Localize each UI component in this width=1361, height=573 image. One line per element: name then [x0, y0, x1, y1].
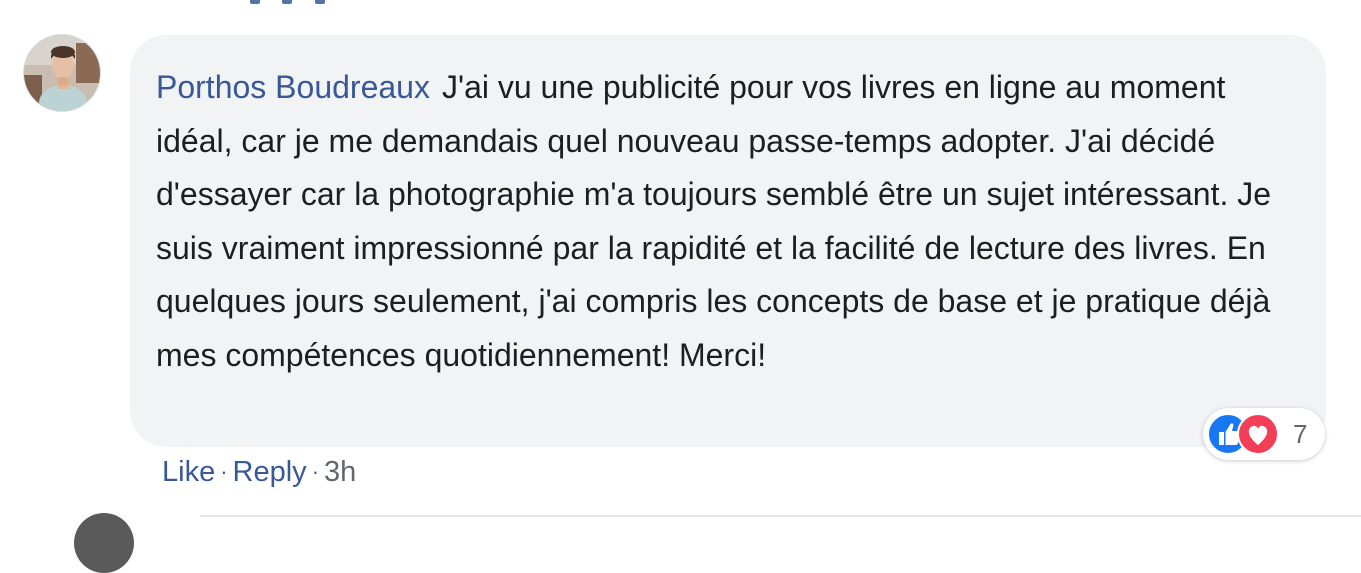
reactions-summary[interactable]: 7 — [1203, 408, 1325, 460]
timestamp[interactable]: 3h — [324, 456, 356, 488]
comment-actions: Like · Reply · 3h — [162, 454, 356, 492]
author-name-link[interactable]: Porthos Boudreaux — [156, 69, 430, 105]
comment-bubble: Porthos Boudreaux J'ai vu une publicité p… — [130, 35, 1326, 447]
comment: Porthos Boudreaux J'ai vu une publicité p… — [0, 0, 1361, 518]
reply-link[interactable]: Reply — [233, 456, 307, 488]
comment-text: J'ai vu une publicité pour vos livres en… — [156, 69, 1272, 373]
next-comment-avatar[interactable] — [74, 513, 134, 573]
comment-body: Porthos Boudreaux J'ai vu une publicité p… — [156, 61, 1286, 382]
reaction-count: 7 — [1293, 419, 1308, 449]
separator: · — [311, 459, 320, 484]
next-comment-bubble-edge — [200, 515, 1361, 517]
love-icon — [1237, 413, 1279, 455]
avatar-photo — [24, 35, 100, 111]
like-link[interactable]: Like — [162, 456, 215, 488]
avatar[interactable] — [23, 34, 101, 112]
separator: · — [220, 459, 228, 484]
